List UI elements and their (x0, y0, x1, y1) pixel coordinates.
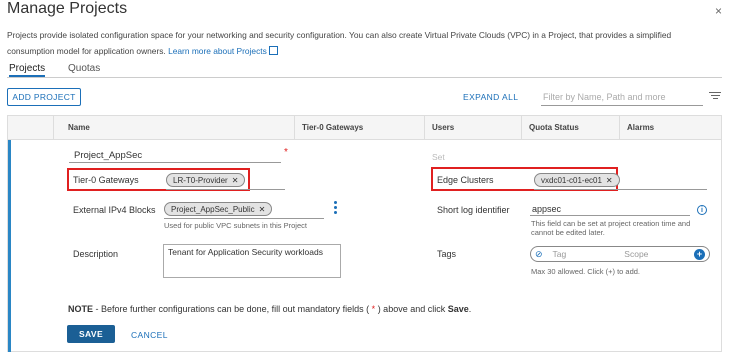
description-textarea[interactable]: Tenant for Application Security workload… (163, 244, 341, 278)
required-mark: * (284, 147, 288, 158)
note-end: . (468, 304, 472, 314)
info-icon[interactable]: i (697, 205, 707, 215)
learn-more-link[interactable]: Learn more about Projects (168, 46, 267, 56)
filter-input[interactable]: Filter by Name, Path and more (541, 88, 703, 106)
tags-input[interactable]: ⊘ Tag Scope + (530, 246, 710, 262)
cancel-button[interactable]: CANCEL (131, 330, 168, 340)
edge-cluster-chip[interactable]: vxdc01-c01-ec01 ✕ (534, 173, 620, 187)
scope-field[interactable]: Scope (624, 249, 694, 259)
description-label: Description (73, 249, 119, 259)
users-set[interactable]: Set (432, 152, 445, 162)
ipv4-field[interactable]: Project_AppSec_Public ✕ (164, 202, 273, 216)
shortlog-label: Short log identifier (437, 205, 510, 215)
ipv4-chip-label: Project_AppSec_Public (171, 204, 255, 214)
tab-quotas[interactable]: Quotas (68, 63, 100, 74)
note-text: - Before further configurations can be d… (93, 304, 372, 314)
header-name[interactable]: Name (68, 123, 90, 132)
tier0-chip[interactable]: LR-T0-Provider ✕ (166, 173, 246, 187)
chip-remove-icon[interactable]: ✕ (606, 176, 613, 185)
ipv4-underline (164, 218, 324, 219)
note-label: NOTE (68, 304, 94, 314)
grid-header: Name Tier-0 Gateways Users Quota Status … (8, 116, 721, 140)
row-expanded-indicator (8, 140, 11, 352)
tier0-chip-label: LR-T0-Provider (173, 175, 228, 185)
dialog-description: Projects provide isolated configuration … (7, 27, 707, 59)
note-text-2: ) above and click (375, 304, 448, 314)
chip-remove-icon[interactable]: ✕ (259, 205, 266, 214)
tab-bar: Projects Quotas (7, 61, 722, 78)
save-button[interactable]: SAVE (67, 325, 115, 343)
shortlog-help: This field can be set at project creatio… (531, 219, 691, 237)
header-users[interactable]: Users (432, 123, 454, 132)
project-name-field[interactable]: Project_AppSec (74, 150, 142, 161)
header-alarms[interactable]: Alarms (627, 123, 654, 132)
tier0-underline (166, 189, 285, 190)
tier0-field[interactable]: LR-T0-Provider ✕ (166, 173, 246, 187)
shortlog-input[interactable]: appsec (532, 204, 561, 214)
add-project-button[interactable]: ADD PROJECT (7, 88, 81, 106)
more-options-icon[interactable] (334, 201, 337, 216)
tags-help: Max 30 allowed. Click (+) to add. (531, 267, 641, 276)
ipv4-label: External IPv4 Blocks (73, 205, 156, 215)
dialog-title: Manage Projects (7, 0, 128, 17)
mandatory-note: NOTE - Before further configurations can… (68, 304, 471, 314)
name-underline (69, 162, 281, 163)
edge-cluster-chip-label: vxdc01-c01-ec01 (541, 175, 602, 185)
tag-icon: ⊘ (535, 248, 543, 259)
header-quota[interactable]: Quota Status (529, 123, 579, 132)
tags-label: Tags (437, 249, 457, 259)
tier0-label: Tier-0 Gateways (73, 175, 139, 185)
shortlog-underline (530, 215, 690, 216)
external-link-icon[interactable] (268, 46, 278, 55)
ipv4-chip[interactable]: Project_AppSec_Public ✕ (164, 202, 273, 216)
filter-icon[interactable] (709, 92, 721, 101)
note-save-word: Save (447, 304, 469, 314)
close-icon[interactable]: × (715, 4, 722, 18)
description-text: Projects provide isolated configuration … (7, 30, 672, 56)
edge-clusters-label: Edge Clusters (437, 175, 494, 185)
header-tier0[interactable]: Tier-0 Gateways (302, 123, 363, 132)
expand-all-button[interactable]: EXPAND ALL (463, 92, 518, 102)
chip-remove-icon[interactable]: ✕ (232, 176, 239, 185)
edge-underline (534, 189, 707, 190)
ipv4-help: Used for public VPC subnets in this Proj… (164, 221, 307, 230)
tag-field[interactable]: Tag (553, 249, 625, 259)
edge-clusters-field[interactable]: vxdc01-c01-ec01 ✕ (534, 173, 620, 187)
tab-projects[interactable]: Projects (9, 63, 46, 77)
add-tag-icon[interactable]: + (694, 248, 705, 260)
